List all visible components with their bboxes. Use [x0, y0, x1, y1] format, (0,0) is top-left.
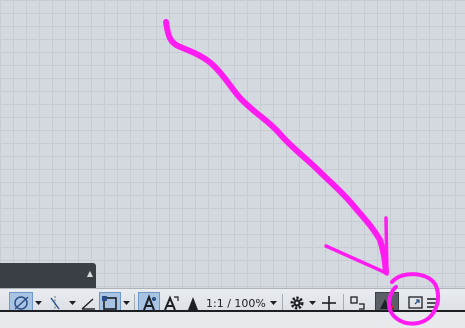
- taskbar-strip: [0, 312, 465, 328]
- menu-icon: [426, 298, 436, 308]
- annotation-scale-value[interactable]: 1:1 / 100%: [204, 297, 269, 310]
- drawing-canvas[interactable]: [0, 0, 465, 290]
- command-line-expand-icon[interactable]: ▲: [87, 269, 93, 278]
- chevron-down-icon: [270, 300, 278, 305]
- clean-screen-icon: [408, 296, 423, 309]
- chevron-down-icon: [309, 300, 317, 305]
- command-line[interactable]: ▲: [0, 263, 96, 288]
- chevron-down-icon: [68, 300, 76, 305]
- chevron-down-icon: [34, 300, 42, 305]
- graphics-performance-icon: [379, 299, 394, 310]
- chevron-down-icon: [122, 300, 130, 305]
